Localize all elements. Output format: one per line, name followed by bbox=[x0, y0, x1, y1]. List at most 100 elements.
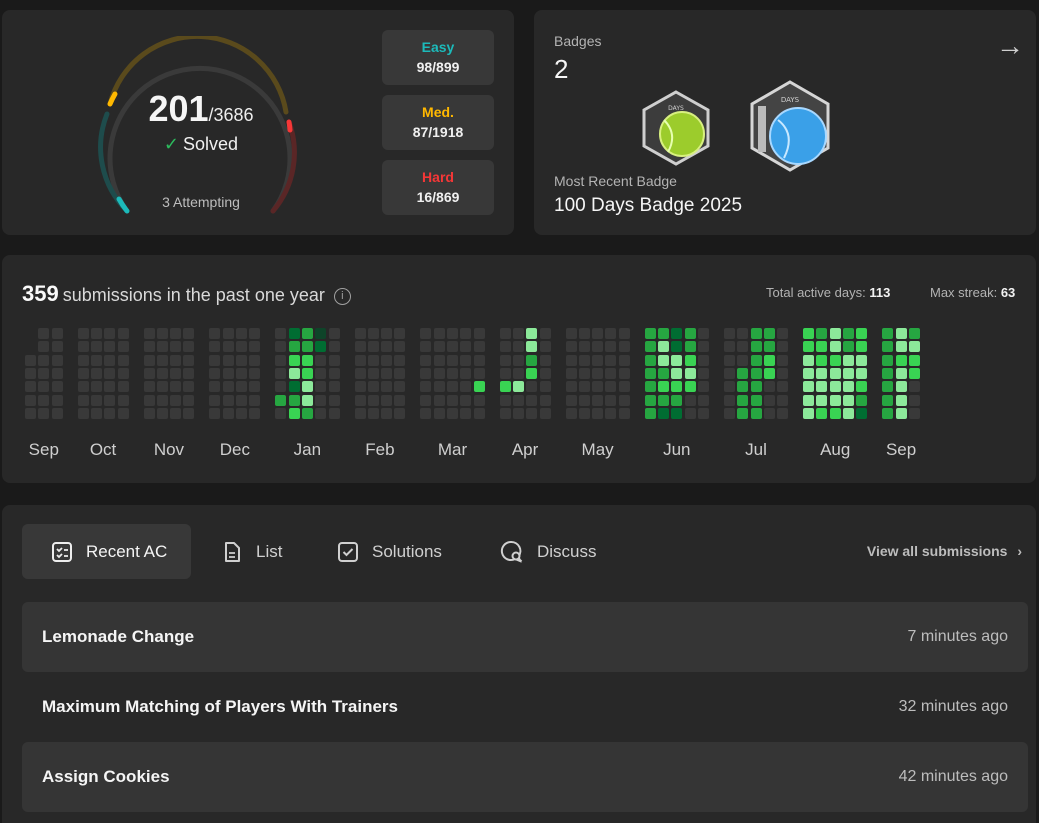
heatmap-cell bbox=[592, 354, 604, 366]
heatmap-cell bbox=[288, 394, 300, 406]
heatmap-cell bbox=[684, 354, 696, 366]
submission-time: 7 minutes ago bbox=[907, 628, 1008, 645]
arrow-right-icon[interactable]: → bbox=[996, 30, 1024, 62]
heatmap-cell bbox=[539, 328, 551, 339]
heatmap-cell bbox=[908, 328, 920, 339]
heatmap-cell bbox=[908, 407, 920, 419]
heatmap-cell bbox=[420, 394, 432, 406]
heatmap-cell bbox=[420, 407, 432, 419]
tab-solutions[interactable]: Solutions bbox=[336, 524, 442, 579]
heatmap-cell bbox=[156, 394, 168, 406]
list-item[interactable]: Maximum Matching of Players With Trainer… bbox=[22, 672, 1028, 742]
heatmap-cell bbox=[829, 381, 841, 393]
submission-summary: 359 submissions in the past one year i bbox=[22, 281, 351, 307]
heatmap-cell bbox=[777, 354, 789, 366]
badge-100-days-icon[interactable]: DAYS bbox=[748, 78, 832, 174]
heatmap-cell bbox=[526, 341, 538, 353]
heatmap-cell bbox=[209, 367, 221, 379]
heatmap-cell bbox=[460, 367, 472, 379]
heatmap-cell bbox=[433, 407, 445, 419]
heatmap-cell bbox=[77, 354, 89, 366]
heatmap-cell bbox=[816, 328, 828, 339]
heatmap-cell bbox=[512, 394, 524, 406]
heatmap-cell bbox=[460, 394, 472, 406]
heatmap-cell bbox=[222, 367, 234, 379]
heatmap-cell bbox=[512, 381, 524, 393]
heatmap-cell bbox=[578, 328, 590, 339]
heatmap-cell bbox=[803, 341, 815, 353]
easy-box[interactable]: Easy 98/899 bbox=[382, 30, 494, 85]
heatmap-cell bbox=[763, 328, 775, 339]
heatmap-cell bbox=[288, 328, 300, 339]
hard-label: Hard bbox=[422, 169, 454, 185]
month-label: Jul bbox=[745, 440, 767, 459]
heatmap-cell bbox=[301, 328, 313, 339]
heatmap-cell bbox=[644, 367, 656, 379]
heatmap-cell bbox=[697, 394, 709, 406]
heatmap-cell bbox=[433, 381, 445, 393]
month-label: Mar bbox=[437, 440, 468, 459]
heatmap-cell bbox=[592, 341, 604, 353]
medium-box[interactable]: Med. 87/1918 bbox=[382, 95, 494, 150]
heatmap-cell bbox=[104, 341, 116, 353]
heatmap-cell bbox=[777, 407, 789, 419]
heatmap-cell bbox=[222, 394, 234, 406]
heatmap-cell bbox=[420, 328, 432, 339]
heatmap-cell bbox=[275, 394, 287, 406]
heatmap-cell bbox=[301, 341, 313, 353]
month-label: Sep bbox=[28, 440, 59, 459]
heatmap-cell bbox=[354, 381, 366, 393]
heatmap-cell bbox=[882, 367, 894, 379]
heatmap-cell bbox=[843, 367, 854, 379]
hard-box[interactable]: Hard 16/869 bbox=[382, 160, 494, 215]
heatmap-cell bbox=[658, 394, 669, 406]
heatmap-cell bbox=[367, 328, 379, 339]
list-item[interactable]: Lemonade Change 7 minutes ago bbox=[22, 602, 1028, 672]
view-all-submissions-link[interactable]: View all submissions › bbox=[867, 543, 1022, 559]
heatmap-cell bbox=[170, 381, 182, 393]
tab-discuss[interactable]: Discuss bbox=[499, 524, 597, 579]
heatmap-cell bbox=[433, 328, 445, 339]
heatmap-cell bbox=[381, 354, 393, 366]
badge-days-icon[interactable]: DAYS bbox=[638, 88, 714, 168]
heatmap-cell bbox=[816, 341, 828, 353]
heatmap-cell bbox=[578, 341, 590, 353]
recent-badge-name: 100 Days Badge 2025 bbox=[554, 195, 743, 216]
heatmap-cell bbox=[170, 367, 182, 379]
heatmap-cell bbox=[684, 407, 696, 419]
heatmap-cell bbox=[209, 394, 221, 406]
heatmap-cell bbox=[394, 341, 406, 353]
heatmap-cell bbox=[750, 354, 762, 366]
heatmap-cell bbox=[829, 407, 841, 419]
heatmap-cell bbox=[104, 354, 116, 366]
heatmap-cell bbox=[38, 328, 50, 339]
heatmap-cell bbox=[512, 354, 524, 366]
heatmap-cell bbox=[539, 367, 551, 379]
problem-title: Assign Cookies bbox=[42, 767, 170, 786]
heatmap-cell bbox=[671, 354, 683, 366]
heatmap-cell bbox=[565, 407, 577, 419]
info-icon[interactable]: i bbox=[333, 288, 351, 305]
heatmap-cell bbox=[354, 367, 366, 379]
heatmap-cell bbox=[275, 367, 287, 379]
heatmap-cell bbox=[104, 394, 116, 406]
heatmap-cell bbox=[908, 381, 920, 393]
list-item[interactable]: Assign Cookies 42 minutes ago bbox=[22, 742, 1028, 812]
month-label: May bbox=[581, 440, 614, 459]
max-streak-stat: Max streak: 63 bbox=[930, 285, 1015, 300]
heatmap-cell bbox=[671, 341, 683, 353]
heatmap-cell bbox=[433, 341, 445, 353]
active-days-value: 113 bbox=[869, 285, 891, 300]
heatmap-cell bbox=[895, 381, 907, 393]
month-label: Sep bbox=[885, 440, 917, 459]
heatmap-cell bbox=[895, 394, 907, 406]
heatmap-cell bbox=[829, 341, 841, 353]
heatmap-cell bbox=[697, 341, 709, 353]
tab-recent-ac[interactable]: Recent AC bbox=[22, 524, 192, 579]
heatmap-cell bbox=[447, 354, 458, 366]
heatmap-cell bbox=[301, 394, 313, 406]
tab-list[interactable]: List bbox=[220, 524, 282, 579]
medium-value: 87/1918 bbox=[412, 124, 464, 140]
heatmap-cell bbox=[249, 394, 261, 406]
heatmap-cell bbox=[394, 394, 406, 406]
